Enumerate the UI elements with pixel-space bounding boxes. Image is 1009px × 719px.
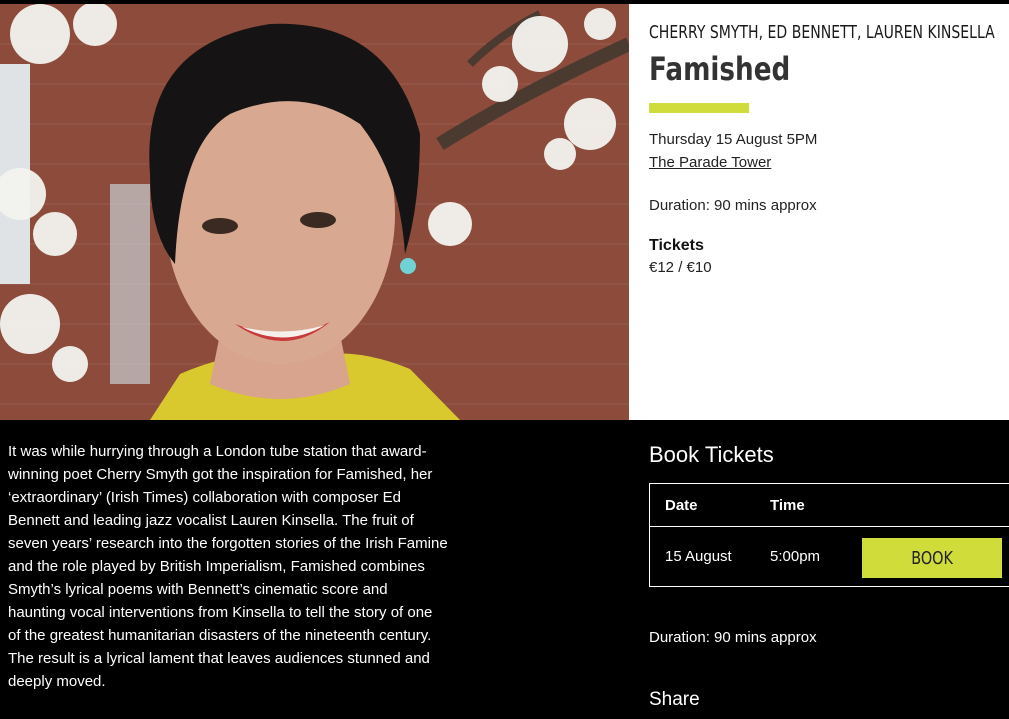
event-duration: Duration: 90 mins approx [649,197,817,214]
event-title: Famished [649,50,791,88]
event-datetime: Thursday 15 August 5PM [649,131,818,148]
column-header-date: Date [665,497,698,514]
title-accent-bar [649,103,749,113]
column-header-time: Time [770,497,805,514]
venue-link[interactable]: The Parade Tower [649,154,771,171]
table-divider [650,526,1009,527]
booking-row-time: 5:00pm [770,548,821,565]
booking-table: Date Time 15 August 5:00pm BOOK [649,483,1009,587]
event-info-panel: CHERRY SMYTH, ED BENNETT, LAUREN KINSELL… [629,4,1009,420]
share-heading: Share [649,689,700,710]
tickets-heading: Tickets [649,237,704,254]
event-photo [0,4,629,420]
event-description: It was while hurrying through a London t… [8,443,448,690]
booking-row-date: 15 August [665,548,732,565]
ticket-price: €12 / €10 [649,259,712,276]
book-button-label: BOOK [911,547,953,569]
book-button[interactable]: BOOK [862,538,1002,578]
event-artists: CHERRY SMYTH, ED BENNETT, LAUREN KINSELL… [649,22,995,43]
book-tickets-heading: Book Tickets [649,442,774,467]
booking-duration: Duration: 90 mins approx [649,629,817,646]
